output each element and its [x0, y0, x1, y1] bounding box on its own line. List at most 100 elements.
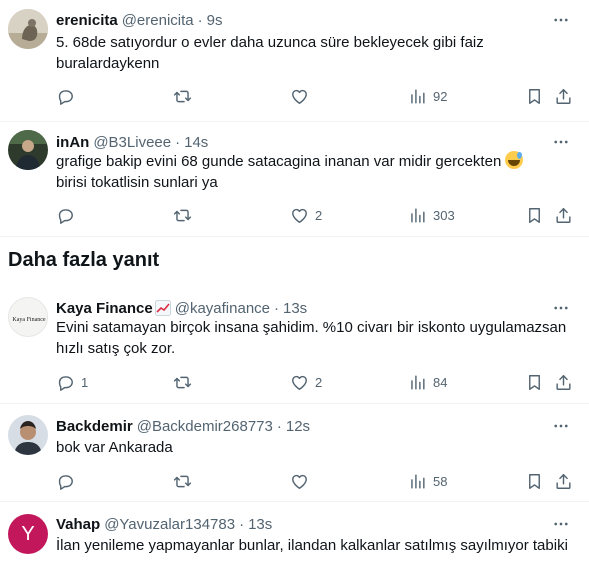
reply-icon [56, 373, 75, 392]
reply-button[interactable] [56, 471, 81, 491]
tweet-header: erenicita @erenicita · 9s [56, 10, 577, 30]
views-icon [408, 87, 427, 106]
author-handle[interactable]: @B3Liveee [93, 134, 171, 151]
separator-dot: · [197, 11, 203, 29]
timestamp[interactable]: 13s [283, 300, 307, 317]
tweet-text-line: birisi tokatlisin sunlari ya [56, 174, 218, 191]
like-icon [290, 206, 309, 225]
avatar[interactable]: Y [8, 514, 48, 554]
action-bar: 92 [56, 86, 577, 106]
tweet-text-line: grafige bakip evini 68 gunde satacagina … [56, 153, 502, 170]
author-handle[interactable]: @kayafinance [175, 300, 270, 317]
more-icon[interactable] [551, 132, 571, 152]
author-handle[interactable]: @Backdemir268773 [137, 418, 273, 435]
action-bar: 1 2 84 [56, 372, 577, 392]
like-button[interactable] [290, 471, 315, 491]
more-icon[interactable] [551, 298, 571, 318]
tweet-text: grafige bakip evini 68 gunde satacagina … [56, 151, 569, 193]
views-icon [408, 472, 427, 491]
avatar[interactable] [8, 130, 48, 170]
more-icon[interactable] [551, 514, 571, 534]
retweet-button[interactable] [173, 205, 198, 225]
retweet-button[interactable] [173, 86, 198, 106]
bookmark-button[interactable] [525, 86, 544, 106]
timestamp[interactable]: 14s [184, 134, 208, 151]
like-button[interactable]: 2 [290, 372, 322, 392]
retweet-button[interactable] [173, 471, 198, 491]
action-bar: 58 [56, 471, 577, 491]
share-button[interactable] [554, 471, 573, 491]
tweet-erenicita[interactable]: erenicita @erenicita · 9s 5. 68de satıyo… [0, 0, 589, 122]
bookmark-icon [525, 87, 544, 106]
avatar-image [8, 130, 48, 170]
bookmark-button[interactable] [525, 205, 544, 225]
tweet-header: Backdemir @Backdemir268773 · 12s [56, 416, 577, 436]
grinning-face-with-sweat-icon [505, 151, 524, 169]
like-icon [290, 472, 309, 491]
author-name[interactable]: Kaya Finance [56, 300, 153, 317]
tweet-backdemir[interactable]: Backdemir @Backdemir268773 · 12s bok var… [0, 404, 589, 502]
author-name[interactable]: Backdemir [56, 418, 133, 435]
tweet-vahap[interactable]: Y Vahap @Yavuzalar134783 · 13s İlan yeni… [0, 502, 589, 570]
action-bar: 2 303 [56, 205, 577, 225]
avatar-image: Kaya Finance [9, 298, 47, 336]
timestamp[interactable]: 13s [248, 516, 272, 533]
reply-button[interactable] [56, 86, 81, 106]
avatar[interactable] [8, 9, 48, 49]
like-icon [290, 373, 309, 392]
tweet-kaya-finance[interactable]: Kaya Finance Kaya Finance @kayafinance ·… [0, 288, 589, 404]
tweet-text: İlan yenileme yapmayanlar bunlar, ilanda… [56, 537, 568, 554]
retweet-icon [173, 87, 192, 106]
author-handle[interactable]: @Yavuzalar134783 [104, 516, 235, 533]
tweet-inan[interactable]: inAn @B3Liveee · 14s grafige bakip evini… [0, 122, 589, 237]
author-name[interactable]: Vahap [56, 516, 100, 533]
bookmark-button[interactable] [525, 471, 544, 491]
views-button[interactable]: 303 [408, 205, 455, 225]
view-count: 92 [433, 88, 448, 104]
reply-count: 1 [81, 374, 89, 390]
reply-icon [56, 472, 75, 491]
like-button[interactable] [290, 86, 315, 106]
avatar[interactable] [8, 415, 48, 455]
like-button[interactable]: 2 [290, 205, 322, 225]
like-icon [290, 87, 309, 106]
tweet-header: inAn @B3Liveee · 14s [56, 132, 577, 152]
more-icon[interactable] [551, 10, 571, 30]
chart-increasing-icon [154, 300, 171, 316]
retweet-icon [173, 206, 192, 225]
share-button[interactable] [554, 86, 573, 106]
separator-dot: · [276, 417, 282, 435]
bookmark-button[interactable] [525, 372, 544, 392]
tweet-text: 5. 68de satıyordur o evler daha uzunca s… [56, 34, 484, 72]
avatar-letter: Y [21, 522, 35, 545]
view-count: 84 [433, 374, 448, 390]
timestamp[interactable]: 9s [207, 12, 223, 29]
share-button[interactable] [554, 372, 573, 392]
tweet-header: Vahap @Yavuzalar134783 · 13s [56, 514, 577, 534]
bookmark-icon [525, 472, 544, 491]
like-count: 2 [315, 374, 323, 390]
author-handle[interactable]: @erenicita [122, 12, 194, 29]
avatar[interactable]: Kaya Finance [8, 297, 48, 337]
author-name[interactable]: inAn [56, 134, 89, 151]
share-icon [554, 472, 573, 491]
share-button[interactable] [554, 205, 573, 225]
more-icon[interactable] [551, 416, 571, 436]
view-count: 58 [433, 473, 448, 489]
avatar-image [8, 415, 48, 455]
retweet-button[interactable] [173, 372, 198, 392]
reply-button[interactable]: 1 [56, 372, 88, 392]
views-icon [408, 373, 427, 392]
views-button[interactable]: 84 [408, 372, 447, 392]
replies-feed: erenicita @erenicita · 9s 5. 68de satıyo… [0, 0, 589, 570]
author-name[interactable]: erenicita [56, 12, 118, 29]
views-button[interactable]: 92 [408, 86, 447, 106]
section-heading: Daha fazla yanıt [8, 249, 160, 271]
reply-button[interactable] [56, 205, 81, 225]
views-button[interactable]: 58 [408, 471, 447, 491]
share-icon [554, 87, 573, 106]
retweet-icon [173, 373, 192, 392]
separator-dot: · [239, 515, 245, 533]
bookmark-icon [525, 373, 544, 392]
timestamp[interactable]: 12s [286, 418, 310, 435]
